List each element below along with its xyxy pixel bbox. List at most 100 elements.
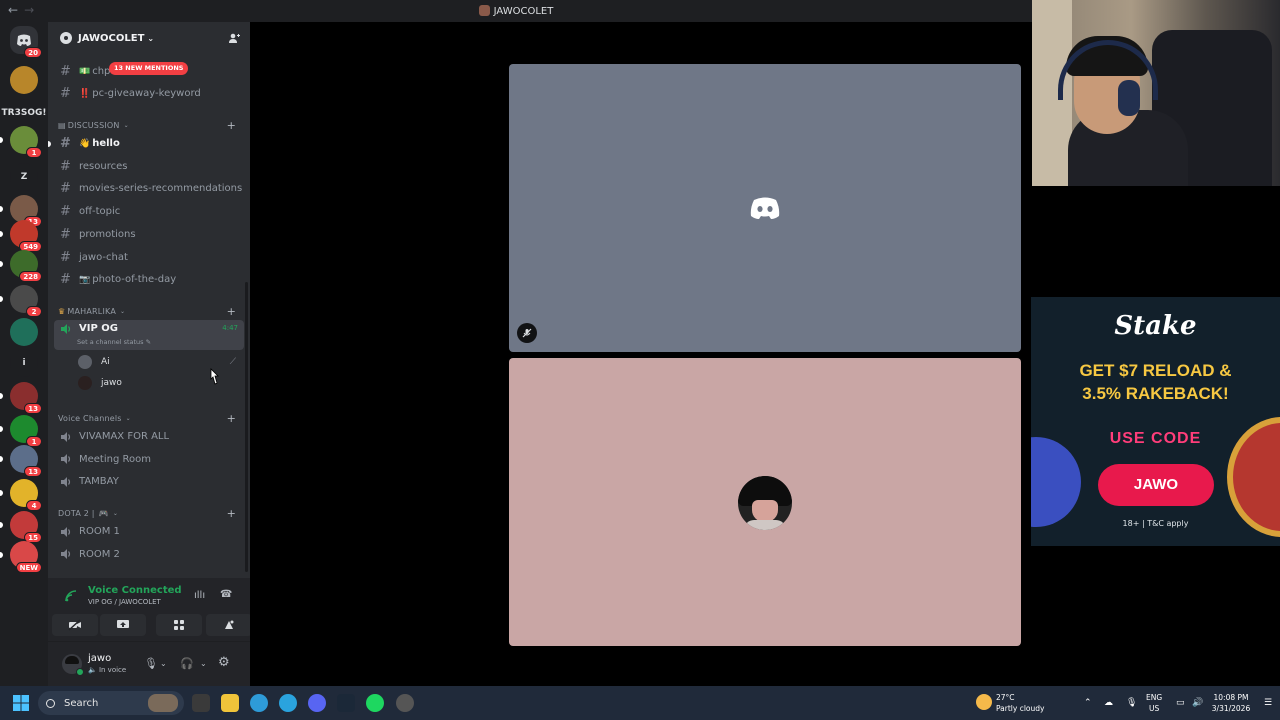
server-initials: Z [20,172,28,182]
title-bar: ← → JAWOCOLET [0,0,1032,22]
unread-pill [0,426,3,432]
scrollbar[interactable] [245,282,248,572]
hash-icon: # [60,64,71,79]
unread-pill [0,261,3,267]
language-indicator[interactable]: ENG US [1146,692,1162,714]
chrome-icon[interactable] [250,694,268,712]
voice-channel-room-1[interactable]: ROOM 1 [54,521,244,542]
ad-code-button: JAWO [1098,464,1214,506]
notifications-icon[interactable]: ☰ [1264,698,1272,708]
category-dota-2[interactable]: DOTA 2 | 🎮 ⌄ + [58,506,244,520]
task-view-icon[interactable] [192,694,210,712]
participant-tile-ai[interactable] [509,64,1021,352]
direct-messages-button[interactable]: 20 [10,26,42,58]
server-icon-group-e[interactable] [10,318,38,346]
channel-off-topic[interactable]: # off-topic [54,201,244,222]
file-explorer-icon[interactable] [221,694,239,712]
weather-widget[interactable]: 27°C Partly cloudy [996,692,1044,714]
chevron-up-icon[interactable]: ⌃ [1084,698,1092,708]
voice-location[interactable]: VIP OG / JAWOCOLET [88,598,161,606]
chevron-down-icon[interactable]: ⌄ [160,659,167,668]
channel-photo-of-the-day[interactable]: # 📷 photo-of-the-day [54,269,244,290]
connection-signal-icon[interactable] [64,589,78,603]
telegram-icon[interactable] [279,694,297,712]
category-maharlika[interactable]: ♛ MAHARLIKA ⌄ + [58,304,244,318]
spotify-icon[interactable] [366,694,384,712]
channel-label: photo-of-the-day [92,274,177,286]
channel-label: off-topic [79,206,121,218]
channel-promotions[interactable]: # promotions [54,224,244,245]
category-discussion[interactable]: ▤ DISCUSSION ⌄ + [58,118,244,132]
category-emoji-icon: ▤ [58,120,66,130]
channel-movies-series-recommendations[interactable]: # movies-series-recommendations [54,178,244,199]
system-clock[interactable]: 10:08 PM 3/31/2026 [1210,692,1252,714]
create-channel-icon[interactable]: + [227,305,236,318]
channel-hello[interactable]: # 👋 hello [48,133,244,154]
settings-gear-icon[interactable]: ⚙ [218,655,230,670]
new-mentions-pill[interactable]: 13 NEW MENTIONS [109,62,189,75]
video-off-icon: ⟋ [229,357,236,367]
server-header[interactable]: JAWOCOLET ⌄ [48,22,250,54]
create-channel-icon[interactable]: + [227,412,236,425]
channel-status-prompt[interactable]: Set a channel status ✎ [77,338,151,346]
ad-headline-line-2: 3.5% RAKEBACK! [1082,384,1229,403]
chevron-down-icon[interactable]: ⌄ [200,659,207,668]
channel-resources[interactable]: # resources [54,156,244,177]
channel-pc-giveaway-keyword[interactable]: # ‼️ pc-giveaway-keyword [54,83,244,104]
microphone-icon[interactable]: 🎙 [144,657,158,670]
channel-jawo-chat[interactable]: # jawo-chat [54,247,244,268]
headphones-icon[interactable]: 🎧 [180,657,194,670]
network-icon[interactable]: ▭ [1176,698,1185,708]
app-icon[interactable] [396,694,414,712]
mention-badge: 13 [24,466,42,477]
voice-channel-vip-og[interactable]: VIP OG 4:47 Set a channel status ✎ [54,320,244,350]
channel-emoji: ‼️ [79,88,91,99]
server-icon-group-c[interactable]: 228 [0,250,42,282]
category-voice-channels[interactable]: Voice Channels ⌄ + [58,411,244,425]
microphone-tray-icon[interactable]: 🎙 [1126,698,1137,708]
camera-button[interactable] [52,614,98,636]
controller-icon: 🎮 [98,508,109,518]
activities-button[interactable] [156,614,202,636]
server-icon-group-d[interactable]: 2 [0,285,42,317]
voice-channel-vivamax-for-all[interactable]: VIVAMAX FOR ALL [54,426,244,447]
voice-channel-tambay[interactable]: TAMBAY [54,471,244,492]
channel-emoji: 👋 [79,138,91,149]
server-icon-group-j[interactable]: 15 [0,511,42,543]
server-icon-z[interactable]: Z [10,163,38,191]
server-icon-i[interactable]: i [10,349,38,377]
soundboard-button[interactable] [206,614,252,636]
server-icon-pokemon[interactable]: 1 [0,126,42,158]
video-off-badge [517,323,537,343]
server-icon-group-g[interactable]: 1 [0,415,42,447]
taskbar-search[interactable]: Search [38,691,184,715]
noise-suppression-icon[interactable]: ıllı [194,590,205,601]
discord-taskbar-icon[interactable] [308,694,326,712]
server-icon-group-h[interactable]: 13 [0,445,42,477]
invite-people-icon[interactable] [228,32,240,44]
server-icon-group-b[interactable]: 549 [0,220,42,252]
server-icon-tr3sog[interactable]: TR3SOG! [2,99,46,127]
volume-icon[interactable]: 🔊 [1192,698,1203,708]
weather-condition: Partly cloudy [996,704,1045,713]
server-icon-group-a[interactable]: 13 [0,195,42,227]
hash-icon: # [60,181,71,197]
server-icon-group-i[interactable]: 4 [0,479,42,511]
screen-share-button[interactable] [100,614,146,636]
disconnect-icon[interactable]: ☎ [220,589,232,600]
participant-tile-jawo[interactable] [509,358,1021,646]
server-icon-group-f[interactable]: 13 [0,382,42,414]
voice-channel-room-2[interactable]: ROOM 2 [54,544,244,565]
voice-user-name: jawo [101,378,122,388]
windows-start-icon[interactable] [13,695,29,711]
speaker-icon [61,549,71,560]
server-icon-prestige[interactable] [10,66,38,94]
steam-icon[interactable] [337,694,355,712]
voice-channel-meeting-room[interactable]: Meeting Room [54,449,244,470]
create-channel-icon[interactable]: + [227,507,236,520]
create-channel-icon[interactable]: + [227,119,236,132]
onedrive-icon[interactable]: ☁ [1104,698,1113,708]
hash-icon: # [60,249,71,265]
voice-connected-status[interactable]: Voice Connected [88,585,182,596]
server-icon-group-k[interactable]: NEW [0,541,42,573]
